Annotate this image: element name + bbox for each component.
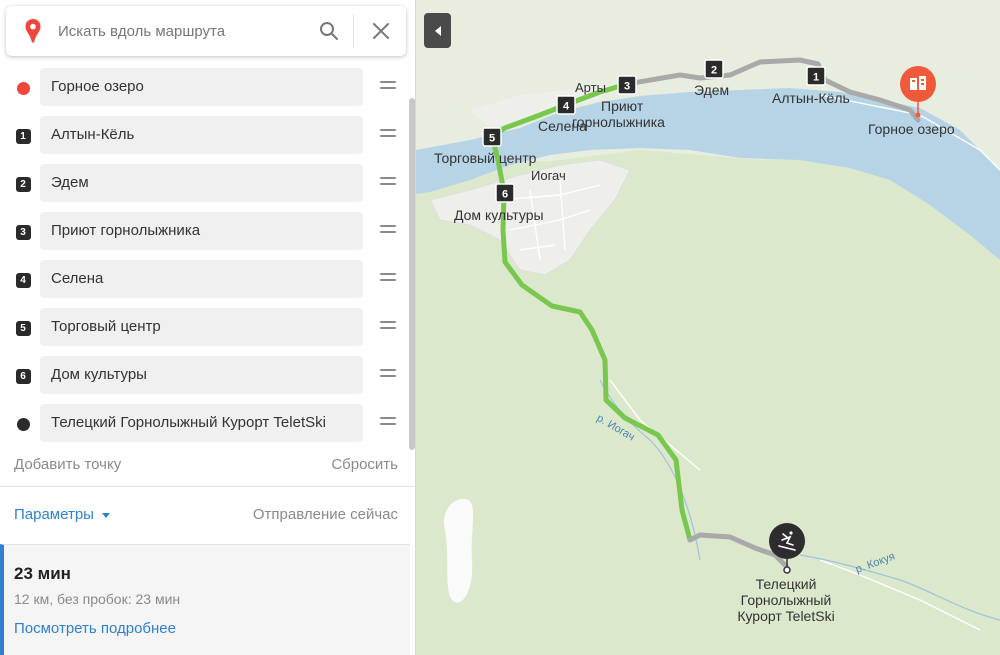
map-marker-2[interactable]: 2	[704, 59, 724, 79]
drag-handle-icon[interactable]	[380, 273, 396, 285]
waypoint-field[interactable]: Селена	[40, 260, 363, 298]
add-point-button[interactable]: Добавить точку	[14, 456, 121, 473]
drag-handle-icon[interactable]	[380, 129, 396, 141]
label-gornoe-ozero: Горное озеро	[868, 121, 955, 137]
label-altyn-kel: Алтын-Кёль	[772, 90, 850, 106]
map-marker-5-label: 5	[489, 133, 495, 145]
label-dom-kultury: Дом культуры	[454, 207, 544, 223]
map-marker-1-label: 1	[813, 72, 819, 84]
waypoint-6[interactable]: 6 Дом культуры	[0, 351, 410, 399]
waypoint-number-icon: 2	[15, 176, 31, 192]
map-marker-3-label: 3	[624, 81, 630, 93]
waypoint-field[interactable]: Дом культуры	[40, 356, 363, 394]
reset-button[interactable]: Сбросить	[331, 456, 398, 473]
search-input[interactable]	[58, 16, 307, 46]
label-edem: Эдем	[694, 82, 729, 98]
params-row: Параметры Отправление сейчас	[0, 494, 410, 538]
map-marker-5[interactable]: 5	[482, 127, 502, 147]
waypoint-start[interactable]: Горное озеро	[0, 63, 410, 111]
waypoint-field[interactable]: Телецкий Горнолыжный Курорт TeletSki	[40, 404, 363, 442]
waypoint-number-icon: 6	[15, 368, 31, 384]
params-dropdown[interactable]: Параметры	[14, 506, 110, 523]
map-canvas[interactable]: 3 2 1 4 5 6 Арты Приют горнолыжника Эдем…	[416, 0, 1000, 655]
waypoint-number-icon: 1	[15, 128, 31, 144]
label-resort-3: Курорт TeletSki	[737, 608, 834, 624]
search-icon	[320, 22, 338, 40]
waypoint-number-icon: 5	[15, 320, 31, 336]
map-marker-4[interactable]: 4	[556, 95, 576, 115]
waypoint-1[interactable]: 1 Алтын-Кёль	[0, 111, 410, 159]
waypoint-2[interactable]: 2 Эдем	[0, 159, 410, 207]
map-marker-3[interactable]: 3	[617, 75, 637, 95]
close-icon	[373, 23, 389, 39]
waypoint-4[interactable]: 4 Селена	[0, 255, 410, 303]
waypoint-5[interactable]: 5 Торговый центр	[0, 303, 410, 351]
waypoint-field[interactable]: Эдем	[40, 164, 363, 202]
divider	[0, 486, 415, 487]
waypoint-number-icon: 4	[15, 272, 31, 288]
drag-handle-icon[interactable]	[380, 225, 396, 237]
map-pin-icon[interactable]	[22, 18, 44, 44]
label-resort-2: Горнолыжный	[741, 592, 832, 608]
waypoint-actions: Добавить точку Сбросить	[0, 448, 410, 482]
waypoint-list: Горное озеро 1 Алтын-Кёль 2 Эдем 3 Приют…	[0, 63, 410, 447]
start-dot-icon	[15, 80, 31, 96]
label-selena: Селена	[538, 118, 587, 134]
waypoint-field[interactable]: Приют горнолыжника	[40, 212, 363, 250]
route-option-card[interactable]: 23 мин 12 км, без пробок: 23 мин Посмотр…	[0, 544, 410, 655]
map-snow-patch	[444, 499, 474, 603]
search-bar	[6, 6, 406, 56]
drag-handle-icon[interactable]	[380, 177, 396, 189]
waypoint-field[interactable]: Торговый центр	[40, 308, 363, 346]
label-iogach: Иогач	[531, 168, 566, 183]
map-marker-1[interactable]: 1	[806, 66, 826, 86]
drag-handle-icon[interactable]	[380, 369, 396, 381]
finish-dot-icon	[15, 416, 31, 432]
map-marker-4-label: 4	[563, 101, 570, 113]
label-priut-1: Приют	[601, 98, 644, 114]
waypoint-field[interactable]: Алтын-Кёль	[40, 116, 363, 154]
waypoint-finish[interactable]: Телецкий Горнолыжный Курорт TeletSki	[0, 399, 410, 447]
drag-handle-icon[interactable]	[380, 81, 396, 93]
departure-time-button[interactable]: Отправление сейчас	[253, 506, 398, 523]
waypoint-3[interactable]: 3 Приют горнолыжника	[0, 207, 410, 255]
route-details: 12 км, без пробок: 23 мин	[14, 591, 181, 607]
label-resort-1: Телецкий	[756, 576, 817, 592]
route-time: 23 мин	[14, 564, 71, 583]
collapse-panel-icon	[434, 25, 441, 36]
route-more-link[interactable]: Посмотреть подробнее	[14, 620, 176, 637]
search-button[interactable]	[307, 11, 351, 51]
waypoint-field[interactable]: Горное озеро	[40, 68, 363, 106]
map-marker-2-label: 2	[711, 65, 717, 77]
close-button[interactable]	[356, 11, 406, 51]
panel-scrollbar[interactable]	[409, 98, 415, 450]
label-trade-center: Торговый центр	[434, 150, 537, 166]
map-marker-6-label: 6	[502, 189, 508, 201]
collapse-panel-button[interactable]	[424, 13, 451, 48]
drag-handle-icon[interactable]	[380, 417, 396, 429]
params-label: Параметры	[14, 506, 94, 523]
app-root: 3 2 1 4 5 6 Арты Приют горнолыжника Эдем…	[0, 0, 1000, 655]
chevron-down-icon	[101, 513, 110, 518]
map-marker-6[interactable]: 6	[495, 183, 515, 203]
waypoint-number-icon: 3	[15, 224, 31, 240]
label-artybash: Арты	[575, 80, 606, 95]
route-panel: Горное озеро 1 Алтын-Кёль 2 Эдем 3 Приют…	[0, 0, 416, 655]
drag-handle-icon[interactable]	[380, 321, 396, 333]
search-divider	[353, 14, 354, 48]
